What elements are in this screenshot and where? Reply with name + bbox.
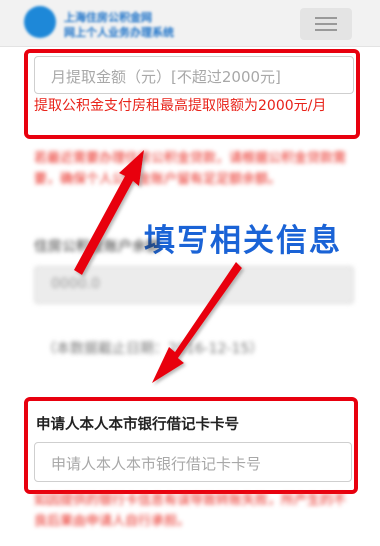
account-balance-value: 0000.0 — [51, 276, 100, 292]
site-title: 上海住房公积金网 — [64, 11, 152, 24]
loan-warning-text: 若最近需要办理住房公积金贷款，请根据公积金贷款需要，确保个人公积金账户留有足足额… — [34, 151, 347, 187]
account-date-note: （本数据截止日期：2016-12-15） — [42, 341, 264, 357]
account-balance-field: 0000.0 — [34, 266, 354, 304]
account-balance-label: 住房公积金账户余额 — [34, 239, 160, 255]
logo-icon — [24, 6, 56, 38]
site-subtitle: 网上个人业务办理系统 — [64, 26, 174, 39]
callout-text: 填写相关信息 — [144, 223, 342, 259]
menu-icon[interactable] — [300, 8, 352, 40]
highlight-frame-top — [24, 49, 360, 139]
highlight-frame-bottom — [24, 397, 358, 494]
bank-card-warning: 如因提供的银行卡信息有误导致转账失败，所产生的不良后果由申请人自行承担。 — [34, 493, 347, 529]
app-header: 上海住房公积金网 网上个人业务办理系统 — [0, 0, 380, 47]
